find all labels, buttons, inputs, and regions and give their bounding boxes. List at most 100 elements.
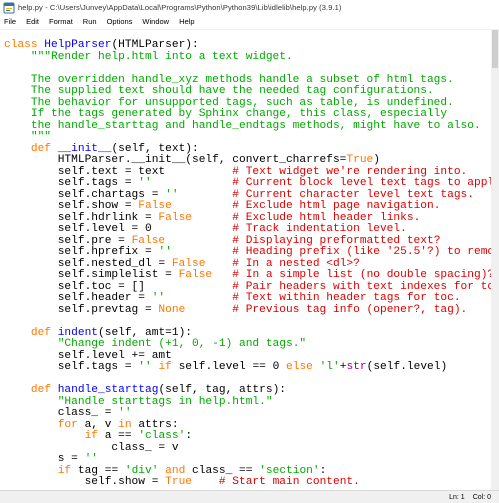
comment-token: # Start main content. <box>218 476 360 488</box>
code-text: self.header = <box>4 292 152 304</box>
string-token: '' <box>165 188 179 201</box>
scrollbar-thumb[interactable] <box>492 30 498 68</box>
code-text: self.tags = <box>4 177 139 189</box>
keyword-token: False <box>171 257 206 270</box>
string-token: If the tags generated by Sphinx change, … <box>4 108 448 120</box>
keyword-token: if <box>158 361 172 373</box>
keyword-token: and <box>165 464 186 477</box>
comment-token: # In a simple list (no double spacing)? <box>232 269 491 281</box>
comment-token: # Current character level text tags. <box>232 188 474 201</box>
code-line: self.prevtag = None # Previous tag info … <box>4 303 491 317</box>
string-token: The overridden handle_xyz methods handle… <box>4 73 454 86</box>
string-token: The supplied text should have the needed… <box>4 85 434 97</box>
string-token: '' <box>138 177 152 189</box>
code-text: : <box>319 464 327 477</box>
comment-token: # Current block level text tags to apply… <box>232 177 491 189</box>
keyword-token: False <box>138 200 172 212</box>
comment-token: # Displaying preformatted text? <box>232 234 441 247</box>
code-text: class_ = <box>4 407 119 419</box>
title-bar[interactable]: help.py - C:\Users\Junvey\AppData\Local\… <box>0 0 499 15</box>
menu-file[interactable]: File <box>0 15 21 29</box>
code-text: a == <box>98 430 139 442</box>
menu-options[interactable]: Options <box>102 15 138 29</box>
code-editor[interactable]: class HelpParser(HTMLParser): """Render … <box>0 30 491 490</box>
comment-token: # In a nested <dl>? <box>232 257 360 270</box>
code-text: self.hdrlink = <box>4 211 159 224</box>
definition-name: handle_starttag <box>57 384 159 396</box>
code-text: (self, tag, attrs): <box>158 384 286 396</box>
keyword-token: for <box>57 418 78 431</box>
string-token: the handle_starttag and handle_endtags m… <box>4 119 481 132</box>
definition-name: HelpParser <box>44 39 112 51</box>
code-text: self.tags = <box>4 361 139 373</box>
string-token: '' <box>84 453 99 465</box>
code-text: self.level = 0 <box>4 223 233 235</box>
code-text: self.nested_dl = <box>4 257 172 270</box>
code-text: self.pre = <box>4 234 132 247</box>
code-text: (self.level) <box>366 361 448 373</box>
code-text: attrs: <box>131 418 179 431</box>
keyword-token: True <box>346 154 374 166</box>
menu-run[interactable]: Run <box>78 15 102 29</box>
keyword-token: in <box>118 418 132 431</box>
string-token: '' <box>138 361 152 373</box>
code-text: tag == <box>71 464 125 477</box>
source-code[interactable]: class HelpParser(HTMLParser): """Render … <box>4 39 491 489</box>
code-text: self.level == 0 <box>171 361 287 373</box>
string-token: '' <box>118 407 132 419</box>
code-text: self.prevtag = <box>4 303 159 316</box>
string-token: 'l' <box>319 361 340 373</box>
comment-token: # Pair headers with text indexes for toc… <box>232 280 491 293</box>
line-indicator: Ln: 1 <box>449 494 465 501</box>
code-text: (HTMLParser): <box>111 39 199 51</box>
menu-format[interactable]: Format <box>44 15 78 29</box>
comment-token: # Text widget we're rendering into. <box>232 165 468 178</box>
string-token: """Render help.html into a text widget. <box>30 50 293 63</box>
code-text: class_ == <box>185 464 260 477</box>
keyword-token: if <box>84 430 99 442</box>
comment-token: # Heading prefix (like '25.5'?) to remov… <box>232 246 491 258</box>
vertical-scrollbar[interactable] <box>491 30 499 490</box>
menu-edit[interactable]: Edit <box>21 15 44 29</box>
code-text: self.simplelist = <box>4 269 179 281</box>
column-indicator: Col: 0 <box>472 494 491 501</box>
keyword-token: False <box>178 269 213 281</box>
code-text: self.hprefix = <box>4 246 159 258</box>
code-text: self.chartags = <box>4 188 166 201</box>
definition-name: indent <box>57 326 99 339</box>
code-text: HTMLParser.__init__(self, convert_charre… <box>4 154 347 166</box>
string-token: "Handle starttags in help.html." <box>57 395 273 408</box>
keyword-token: if <box>57 464 72 477</box>
menu-bar: File Edit Format Run Options Window Help <box>0 15 499 30</box>
keyword-token: None <box>158 303 186 316</box>
keyword-token: True <box>165 476 192 488</box>
menu-window[interactable]: Window <box>137 15 174 29</box>
comment-token: # Text within header tags for toc. <box>232 292 461 304</box>
string-token: '' <box>151 292 166 304</box>
comment-token: # Exclude html header links. <box>232 211 421 224</box>
keyword-token: def <box>30 326 58 339</box>
idle-editor-window: help.py - C:\Users\Junvey\AppData\Local\… <box>0 0 499 503</box>
status-bar: Ln: 1 Col: 0 <box>0 490 499 503</box>
code-text: self.show = <box>4 476 166 488</box>
keyword-token: def <box>30 384 58 396</box>
menu-help[interactable]: Help <box>174 15 199 29</box>
comment-token: # Track indentation level. <box>232 223 407 235</box>
string-token: '' <box>158 246 172 258</box>
code-line: self.tags = '' if self.level == 0 else '… <box>4 361 491 374</box>
comment-token: # Exclude html page navigation. <box>232 200 441 212</box>
code-text: (self, text): <box>111 142 199 155</box>
